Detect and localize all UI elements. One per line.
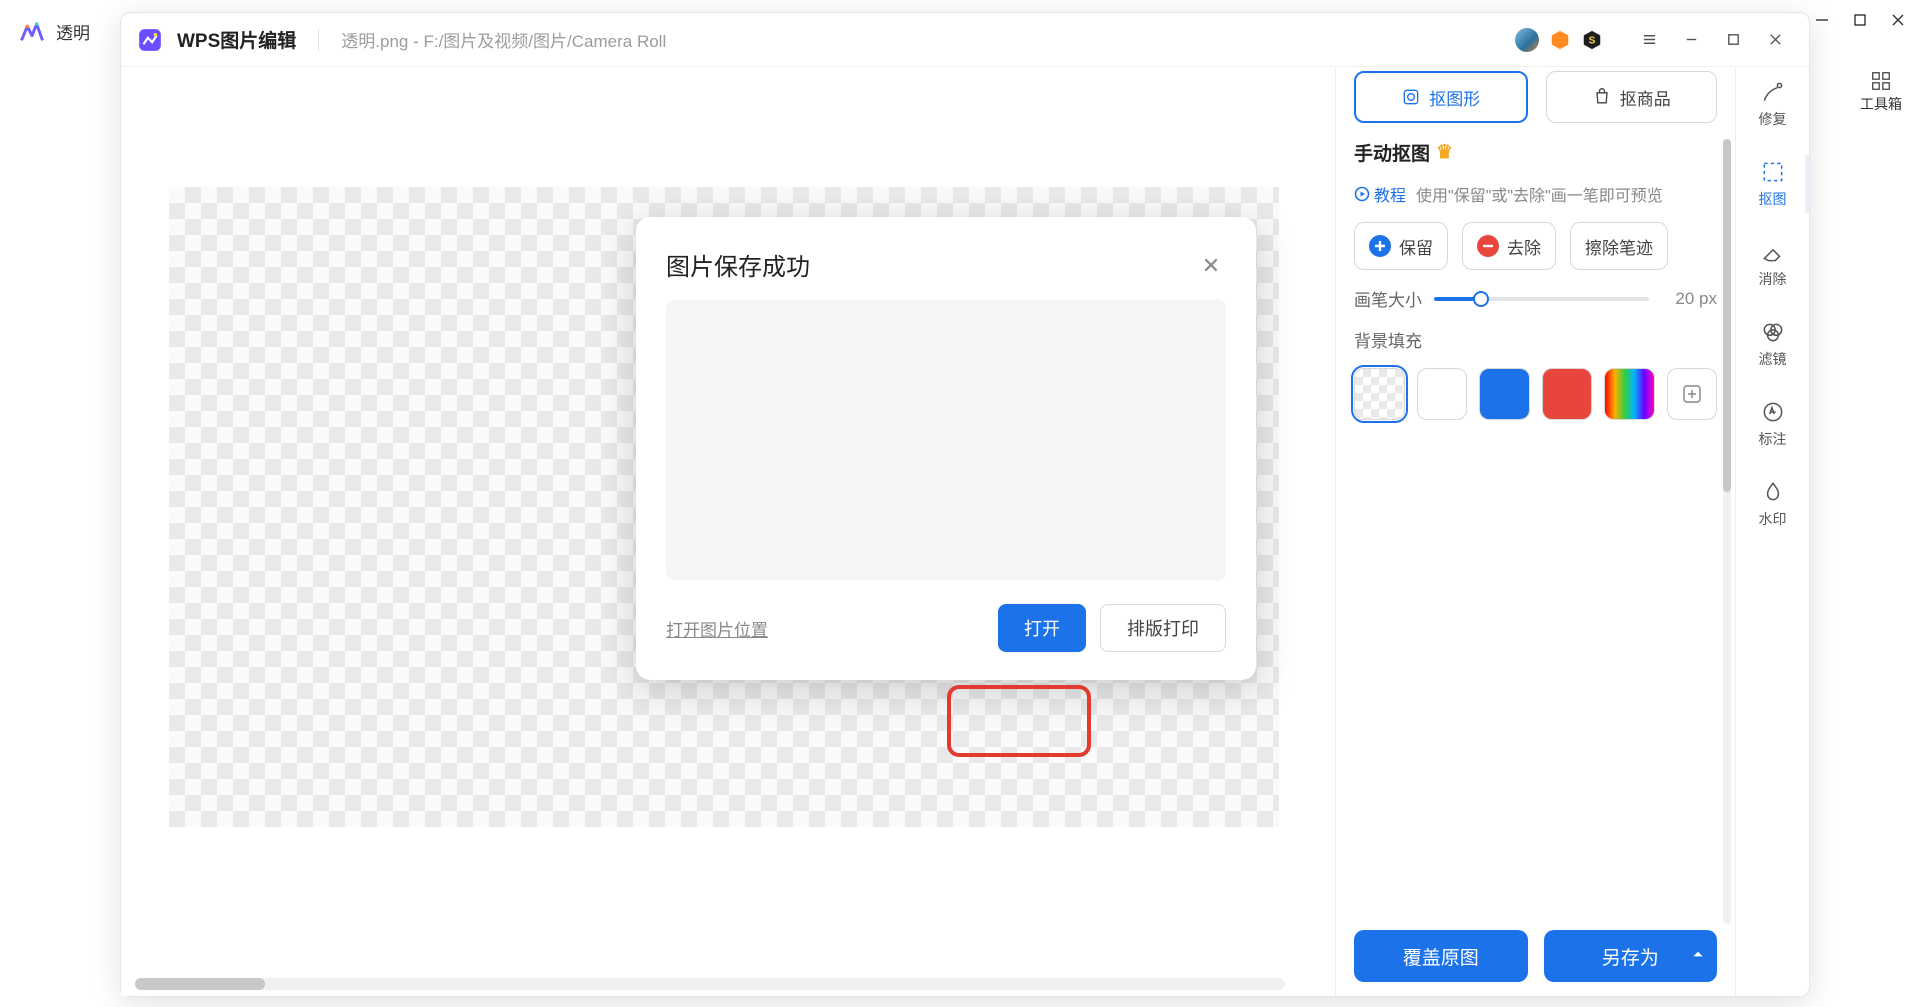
keep-tool[interactable]: 保留 [1354,222,1448,270]
maximize-button[interactable] [1715,22,1751,58]
hint-text: 使用"保留"或"去除"画一笔即可预览 [1416,182,1663,206]
chip-cut-shape[interactable]: 抠图形 [1354,71,1528,123]
annotation-highlight [947,685,1091,757]
host-toolbox-label: 工具箱 [1860,94,1902,114]
swatch-transparent[interactable] [1354,368,1405,420]
host-app-logo [18,17,46,45]
host-minimize[interactable] [1814,12,1830,31]
brush-size-slider[interactable] [1434,297,1649,301]
host-toolbox[interactable]: 工具箱 [1860,70,1902,114]
plus-icon [1369,235,1391,257]
saveas-button[interactable]: 另存为 [1544,930,1718,982]
chip-cut-product[interactable]: 抠商品 [1546,71,1718,123]
open-button[interactable]: 打开 [998,604,1086,652]
minimize-button[interactable] [1673,22,1709,58]
document-path: 透明.png - F:/图片及视频/图片/Camera Roll [341,27,666,52]
host-close[interactable] [1890,12,1906,31]
host-window-title: 透明 [56,19,90,44]
host-maximize[interactable] [1852,12,1868,31]
erase-strokes[interactable]: 擦除笔迹 [1570,222,1668,270]
app-icon [137,27,163,53]
rail-repair[interactable]: 修复 [1736,75,1809,133]
section-manual-cutout: 手动抠图 [1354,139,1430,166]
menu-button[interactable] [1631,22,1667,58]
tutorial-link[interactable]: 教程 [1354,182,1406,206]
rail-eraser[interactable]: 消除 [1736,235,1809,293]
rail-cutout[interactable]: 抠图 [1736,155,1809,213]
chip-label: 抠商品 [1620,85,1671,110]
vertical-scrollbar[interactable] [1723,139,1731,924]
swatch-red[interactable] [1542,368,1593,420]
swatch-blue[interactable] [1479,368,1530,420]
rail-watermark[interactable]: 水印 [1736,475,1809,533]
dialog-close-button[interactable] [1196,250,1226,280]
crown-icon: ♛ [1436,141,1453,164]
minus-icon [1477,235,1499,257]
swatch-rainbow[interactable] [1604,368,1655,420]
layout-print-button[interactable]: 排版打印 [1100,604,1226,652]
save-success-dialog: 图片保存成功 打开图片位置 打开 排版打印 [636,217,1256,680]
open-file-location-link[interactable]: 打开图片位置 [666,616,768,641]
app-title: WPS图片编辑 [177,26,296,53]
bg-fill-title: 背景填充 [1354,327,1717,352]
swatch-add[interactable] [1667,368,1718,420]
remove-tool[interactable]: 去除 [1462,222,1556,270]
dialog-title: 图片保存成功 [666,247,810,282]
rail-filter[interactable]: 滤镜 [1736,315,1809,373]
chip-label: 抠图形 [1429,85,1480,110]
dialog-preview [666,300,1226,580]
badge-black[interactable]: S [1581,29,1603,51]
rail-annotate[interactable]: 标注 [1736,395,1809,453]
brush-size-value: 20 px [1661,289,1717,309]
close-button[interactable] [1757,22,1793,58]
overwrite-button[interactable]: 覆盖原图 [1354,930,1528,982]
badge-orange[interactable] [1549,29,1571,51]
swatch-white[interactable] [1417,368,1468,420]
brush-size-label: 画笔大小 [1354,286,1422,311]
svg-text:S: S [1589,35,1596,46]
avatar[interactable] [1515,28,1539,52]
chevron-up-icon [1691,945,1705,967]
